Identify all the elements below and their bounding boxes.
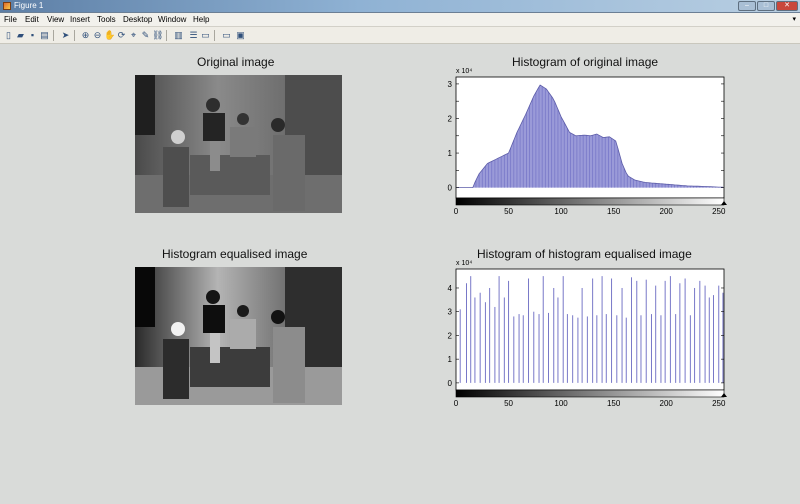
menu-tools[interactable]: Tools — [97, 15, 116, 24]
y-tick-label: 1 — [448, 355, 453, 364]
menu-edit[interactable]: Edit — [25, 15, 39, 24]
colorbar-icon[interactable]: ▥ — [173, 30, 184, 41]
toolbar-separator — [214, 30, 215, 41]
new-figure-icon[interactable]: ▯ — [3, 30, 14, 41]
y-tick-label: 3 — [448, 308, 453, 317]
save-icon[interactable]: ▪ — [27, 30, 38, 41]
x-tick-label: 50 — [504, 207, 513, 216]
x-tick-label: 200 — [660, 207, 674, 216]
maximize-button[interactable]: □ — [757, 1, 775, 11]
equalised-image — [135, 267, 342, 405]
menu-window[interactable]: Window — [158, 15, 186, 24]
legend-icon[interactable]: ▭ — [200, 30, 211, 41]
plot-area[interactable] — [455, 268, 725, 391]
legend-icon[interactable]: ☰ — [188, 30, 199, 41]
data-cursor-icon[interactable]: ⌖ — [128, 30, 139, 41]
x-tick-label: 0 — [454, 399, 459, 408]
y-tick-label: 2 — [448, 331, 453, 340]
equalised-image-title: Histogram equalised image — [162, 247, 308, 261]
grayscale-colorbar — [455, 389, 725, 398]
y-multiplier-label: x 10⁴ — [456, 260, 472, 267]
show-tools-icon[interactable]: ▣ — [235, 30, 246, 41]
y-tick-label: 1 — [448, 149, 453, 158]
x-tick-label: 100 — [554, 399, 568, 408]
x-tick-label: 250 — [712, 207, 726, 216]
window-title: Figure 1 — [14, 1, 44, 10]
original-image-title: Original image — [197, 55, 275, 69]
x-tick-label: 50 — [504, 399, 513, 408]
x-tick-label: 100 — [554, 207, 568, 216]
y-tick-label: 2 — [448, 114, 453, 123]
matlab-logo-icon — [3, 2, 11, 10]
x-tick-label: 200 — [660, 399, 674, 408]
minimize-button[interactable]: – — [738, 1, 756, 11]
x-tick-label: 150 — [607, 207, 621, 216]
menu-desktop[interactable]: Desktop — [123, 15, 152, 24]
figure-toolbar: ▯ ▰ ▪ ▤ ➤ ⊕ ⊖ ✋ ⟳ ⌖ ✎ ⛓ ▥ ☰ ▭ ▭ ▣ — [0, 27, 800, 44]
menu-help[interactable]: Help — [193, 15, 209, 24]
zoom-out-icon[interactable]: ⊖ — [92, 30, 103, 41]
brush-icon[interactable]: ✎ — [140, 30, 151, 41]
hide-tools-icon[interactable]: ▭ — [221, 30, 232, 41]
window-titlebar[interactable]: Figure 1 – □ ✕ — [0, 0, 800, 13]
close-button[interactable]: ✕ — [776, 1, 798, 11]
link-icon[interactable]: ⛓ — [152, 30, 163, 41]
x-tick-label: 0 — [454, 207, 459, 216]
histogram-equalised-chart: 0 1 2 3 4 x 10⁴ 0 50 100 150 200 250 — [448, 260, 727, 408]
pan-icon[interactable]: ✋ — [104, 30, 115, 41]
menu-insert[interactable]: Insert — [70, 15, 90, 24]
zoom-in-icon[interactable]: ⊕ — [80, 30, 91, 41]
toolbar-separator — [53, 30, 54, 41]
toolbar-separator — [166, 30, 167, 41]
print-icon[interactable]: ▤ — [39, 30, 50, 41]
menu-bar: File Edit View Insert Tools Desktop Wind… — [0, 13, 800, 27]
pointer-icon[interactable]: ➤ — [60, 30, 71, 41]
toolbar-separator — [74, 30, 75, 41]
y-tick-label: 4 — [448, 284, 453, 293]
y-tick-label: 3 — [448, 80, 453, 89]
menu-view[interactable]: View — [47, 15, 64, 24]
rotate-icon[interactable]: ⟳ — [116, 30, 127, 41]
histogram-original-chart: 0 1 2 3x 10⁴ 0 50 100 150 200 250 — [448, 68, 727, 216]
menu-file[interactable]: File — [4, 15, 17, 24]
original-image — [135, 75, 342, 213]
y-multiplier-label: x 10⁴ — [456, 68, 472, 75]
menu-overflow-icon[interactable]: ▾ — [792, 15, 796, 23]
y-tick-label: 0 — [448, 379, 453, 388]
open-file-icon[interactable]: ▰ — [15, 30, 26, 41]
x-tick-label: 250 — [712, 399, 726, 408]
y-tick-label: 0 — [448, 184, 453, 193]
grayscale-colorbar — [455, 197, 725, 206]
x-tick-label: 150 — [607, 399, 621, 408]
